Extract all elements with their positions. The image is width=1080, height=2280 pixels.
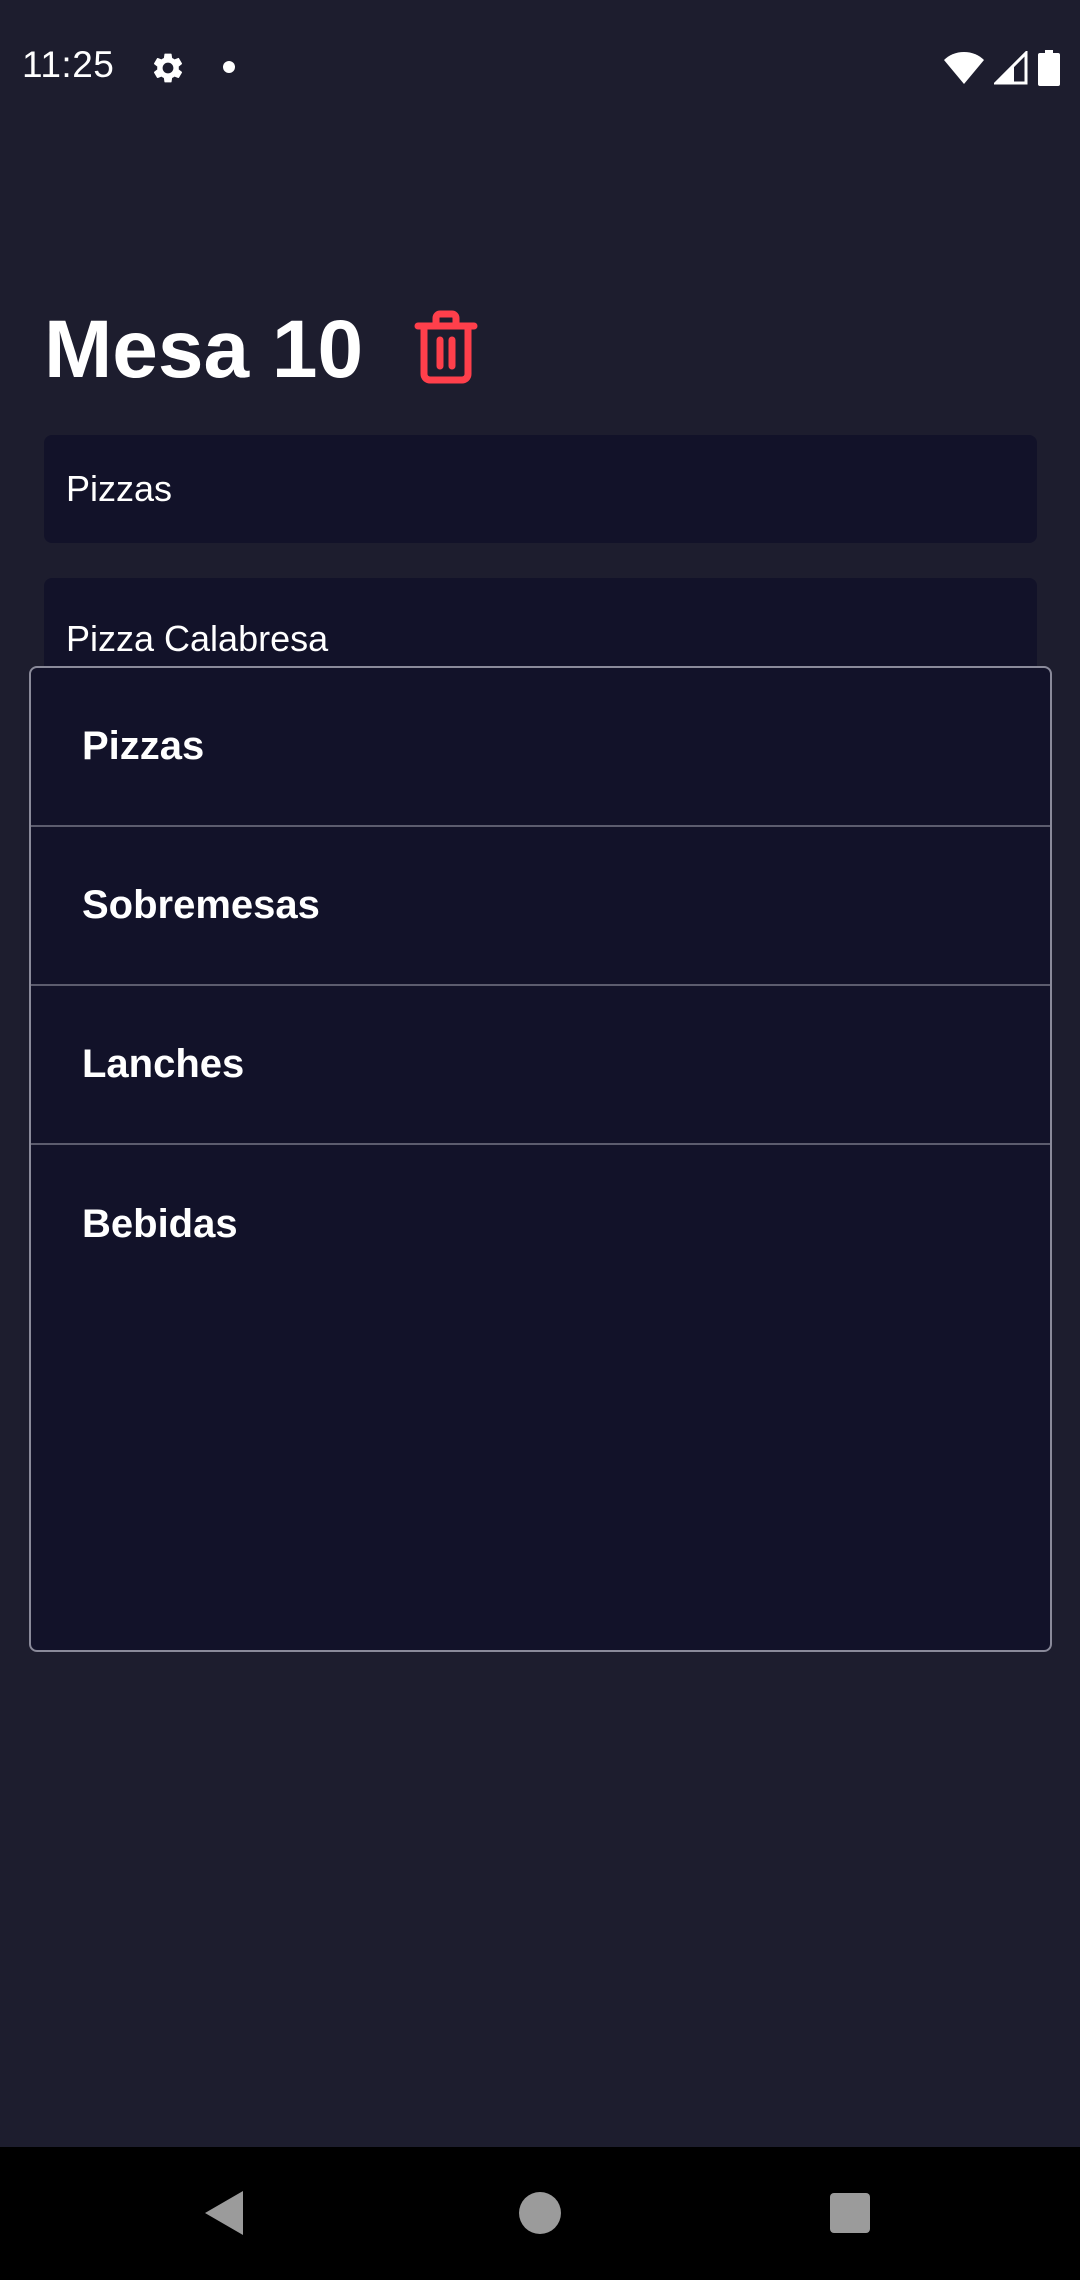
dropdown-option-bebidas[interactable]: Bebidas	[31, 1145, 1050, 1304]
product-select[interactable]: Pizza Calabresa	[44, 578, 1037, 668]
signal-icon	[994, 51, 1028, 85]
dropdown-option-label: Lanches	[82, 1042, 245, 1086]
product-select-value: Pizza Calabresa	[66, 618, 329, 659]
notification-dot-icon	[223, 61, 235, 73]
recents-icon[interactable]	[830, 2193, 870, 2233]
wifi-icon	[944, 51, 984, 85]
page-title: Mesa 10	[44, 304, 364, 395]
battery-icon	[1038, 50, 1060, 86]
category-dropdown-modal: Pizzas Sobremesas Lanches Bebidas	[29, 666, 1052, 1652]
category-select[interactable]: Pizzas	[44, 435, 1037, 543]
status-time: 11:25	[22, 44, 115, 85]
system-navigation-bar	[0, 2147, 1080, 2280]
back-icon[interactable]	[203, 2189, 245, 2242]
dropdown-option-sobremesas[interactable]: Sobremesas	[31, 827, 1050, 986]
trash-icon	[414, 310, 478, 389]
gear-icon	[150, 50, 186, 86]
status-bar: 11:25	[0, 0, 1080, 136]
status-icons	[944, 48, 1060, 88]
dropdown-option-lanches[interactable]: Lanches	[31, 986, 1050, 1145]
dropdown-option-label: Bebidas	[82, 1202, 238, 1246]
dropdown-option-label: Sobremesas	[82, 883, 320, 927]
category-select-value: Pizzas	[66, 468, 173, 509]
delete-table-button[interactable]	[408, 306, 484, 392]
home-icon[interactable]	[519, 2192, 561, 2234]
dropdown-option-pizzas[interactable]: Pizzas	[31, 668, 1050, 827]
dropdown-option-label: Pizzas	[82, 724, 205, 768]
